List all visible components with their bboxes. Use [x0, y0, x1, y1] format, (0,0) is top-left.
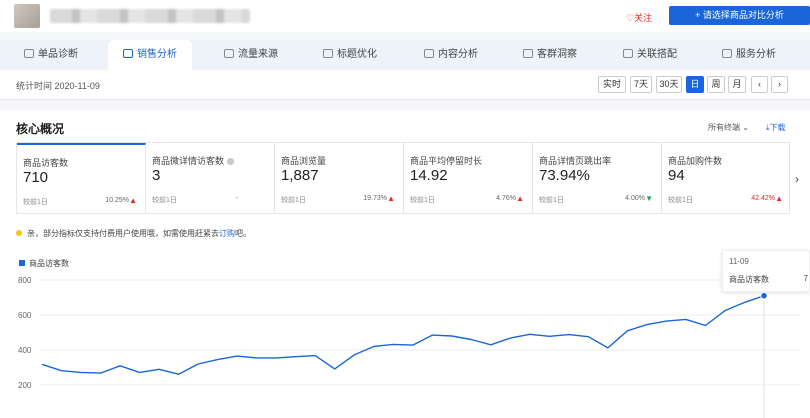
- tooltip-value: 7: [803, 274, 808, 283]
- product-title-blurred: [50, 9, 250, 23]
- tab-content-analysis[interactable]: 内容分析: [424, 40, 478, 70]
- y-tick-label: 400: [18, 346, 32, 355]
- tooltip-date: 11-09: [729, 257, 749, 266]
- chart-tooltip: 11-09 商品访客数 7: [722, 250, 810, 292]
- product-thumbnail[interactable]: [14, 4, 40, 28]
- analysis-tabs: 单品诊断 销售分析 流量来源 标题优化 内容分析 客群洞察 关联搭配 服务分析: [0, 40, 810, 70]
- tab-traffic-source[interactable]: 流量来源: [224, 40, 278, 70]
- next-date-button[interactable]: ›: [771, 76, 788, 93]
- tooltip-series-name: 商品访客数: [729, 275, 769, 284]
- period-30d[interactable]: 30天: [656, 76, 682, 93]
- stat-date: 统计时间 2020-11-09: [16, 81, 100, 91]
- tab-service-analysis[interactable]: 服务分析: [722, 40, 776, 70]
- tab-single-diagnosis[interactable]: 单品诊断: [24, 40, 78, 70]
- section-title: 核心概况: [16, 122, 65, 136]
- tab-title-optimize[interactable]: 标题优化: [323, 40, 377, 70]
- terminal-select[interactable]: 所有终端 ⌄: [708, 122, 749, 133]
- compare-product-button[interactable]: + 请选择商品对比分析: [669, 6, 810, 25]
- tab-customer-insight[interactable]: 客群洞察: [523, 40, 577, 70]
- highlight-point[interactable]: [760, 292, 768, 300]
- tab-sales-analysis[interactable]: 销售分析: [108, 40, 192, 70]
- chat-icon: [623, 49, 633, 58]
- y-tick-label: 200: [18, 381, 32, 390]
- bag-icon: [123, 49, 133, 58]
- trend-icon: [224, 49, 234, 58]
- document-icon: [24, 49, 34, 58]
- user-icon: [523, 49, 533, 58]
- headset-icon: [722, 49, 732, 58]
- prev-date-button[interactable]: ‹: [751, 76, 768, 93]
- visitor-line-chart[interactable]: 200 400 600 800: [0, 160, 810, 418]
- follow-button[interactable]: ♡关注: [626, 11, 652, 24]
- stat-bar: 统计时间 2020-11-09 实时 7天 30天 日 周 月 ‹ ›: [0, 70, 810, 100]
- top-bar: ♡关注 + 请选择商品对比分析: [0, 0, 810, 32]
- download-button[interactable]: ⤓下载: [766, 122, 786, 133]
- y-tick-label: 600: [18, 311, 32, 320]
- series-line-visitors: [41, 295, 765, 375]
- tab-related-match[interactable]: 关联搭配: [623, 40, 677, 70]
- period-month[interactable]: 月: [728, 76, 746, 93]
- period-week[interactable]: 周: [707, 76, 725, 93]
- period-realtime[interactable]: 实时: [598, 76, 626, 93]
- period-day[interactable]: 日: [686, 76, 704, 93]
- period-7d[interactable]: 7天: [630, 76, 652, 93]
- list-icon: [424, 49, 434, 58]
- y-tick-label: 800: [18, 276, 32, 285]
- trend-icon: [323, 49, 333, 58]
